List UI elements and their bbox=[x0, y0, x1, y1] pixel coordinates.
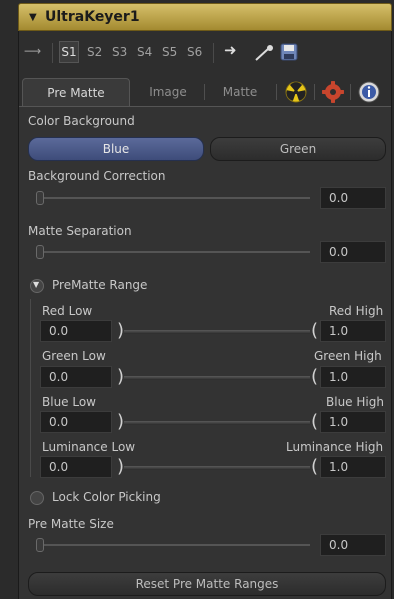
red-low-handle[interactable]: ) bbox=[117, 322, 124, 340]
matte-separation-label: Matte Separation bbox=[28, 224, 132, 238]
pin-icon[interactable]: ⟶ bbox=[24, 44, 41, 58]
matte-separation-field[interactable]: 0.0 bbox=[320, 241, 386, 263]
green-range-track[interactable] bbox=[124, 376, 310, 380]
tab-image[interactable]: Image bbox=[136, 78, 200, 106]
green-high-handle[interactable]: ( bbox=[311, 368, 318, 386]
prematte-range-expand-button[interactable]: ▼ bbox=[30, 279, 44, 293]
matte-separation-thumb[interactable] bbox=[36, 245, 44, 259]
tab-separator bbox=[276, 84, 277, 100]
slot-s4[interactable]: S4 bbox=[137, 45, 152, 59]
slot-s6[interactable]: S6 bbox=[187, 45, 202, 59]
blue-high-field[interactable]: 1.0 bbox=[320, 411, 386, 433]
tab-separator bbox=[350, 84, 351, 100]
slot-s3[interactable]: S3 bbox=[112, 45, 127, 59]
chevron-down-icon: ▼ bbox=[33, 280, 40, 289]
color-background-label: Color Background bbox=[28, 114, 135, 128]
eyedropper-icon[interactable] bbox=[254, 44, 276, 62]
tool-title: UltraKeyer1 bbox=[45, 9, 140, 25]
matte-separation-track[interactable] bbox=[40, 251, 310, 253]
luminance-low-field[interactable]: 0.0 bbox=[40, 456, 112, 478]
background-correction-thumb[interactable] bbox=[36, 191, 44, 205]
pre-matte-size-label: Pre Matte Size bbox=[28, 517, 114, 531]
blue-range-track[interactable] bbox=[124, 421, 310, 425]
green-low-handle[interactable]: ) bbox=[117, 368, 124, 386]
blue-high-handle[interactable]: ( bbox=[311, 413, 318, 431]
background-correction-label: Background Correction bbox=[28, 169, 166, 183]
tool-header[interactable]: ▼ UltraKeyer1 bbox=[18, 3, 392, 31]
blue-low-handle[interactable]: ) bbox=[117, 413, 124, 431]
prematte-range-group-line bbox=[30, 299, 31, 477]
tab-separator bbox=[314, 84, 315, 100]
red-low-label: Red Low bbox=[42, 304, 93, 318]
blue-button[interactable]: Blue bbox=[28, 137, 204, 161]
toolbar-separator bbox=[52, 43, 53, 63]
green-low-field[interactable]: 0.0 bbox=[40, 366, 112, 388]
slot-s1[interactable]: S1 bbox=[59, 41, 79, 63]
reset-pre-matte-ranges-button[interactable]: Reset Pre Matte Ranges bbox=[28, 572, 386, 596]
tab-matte[interactable]: Matte bbox=[210, 78, 270, 106]
slot-s5[interactable]: S5 bbox=[162, 45, 177, 59]
pre-matte-size-track[interactable] bbox=[40, 544, 310, 546]
lock-color-picking-checkbox[interactable] bbox=[30, 491, 44, 505]
red-range-track[interactable] bbox=[124, 330, 310, 334]
red-high-field[interactable]: 1.0 bbox=[320, 320, 386, 342]
blue-high-label: Blue High bbox=[326, 395, 384, 409]
red-high-handle[interactable]: ( bbox=[311, 322, 318, 340]
luminance-high-handle[interactable]: ( bbox=[311, 458, 318, 476]
background-correction-track[interactable] bbox=[40, 197, 310, 199]
red-high-label: Red High bbox=[329, 304, 384, 318]
luminance-range-track[interactable] bbox=[124, 466, 310, 470]
luminance-high-label: Luminance High bbox=[286, 440, 384, 454]
pre-matte-size-thumb[interactable] bbox=[36, 538, 44, 552]
prematte-range-label: PreMatte Range bbox=[52, 278, 148, 292]
gear-icon[interactable] bbox=[322, 81, 344, 103]
toolbar-separator bbox=[213, 43, 214, 63]
save-icon[interactable] bbox=[280, 43, 298, 61]
luminance-high-field[interactable]: 1.0 bbox=[320, 456, 386, 478]
green-low-label: Green Low bbox=[42, 349, 106, 363]
red-low-field[interactable]: 0.0 bbox=[40, 320, 112, 342]
background-correction-field[interactable]: 0.0 bbox=[320, 187, 386, 209]
luminance-low-handle[interactable]: ) bbox=[117, 458, 124, 476]
blue-low-field[interactable]: 0.0 bbox=[40, 411, 112, 433]
green-button[interactable]: Green bbox=[210, 137, 386, 161]
green-high-field[interactable]: 1.0 bbox=[320, 366, 386, 388]
tab-pre-matte[interactable]: Pre Matte bbox=[22, 78, 130, 106]
collapse-triangle-icon[interactable]: ▼ bbox=[29, 12, 37, 23]
lock-color-picking-label: Lock Color Picking bbox=[52, 490, 161, 504]
radioactive-icon[interactable] bbox=[285, 81, 307, 103]
slot-s2[interactable]: S2 bbox=[87, 45, 102, 59]
tab-separator bbox=[204, 84, 205, 100]
luminance-low-label: Luminance Low bbox=[42, 440, 136, 454]
info-icon[interactable] bbox=[358, 81, 380, 103]
green-high-label: Green High bbox=[314, 349, 382, 363]
pre-matte-size-field[interactable]: 0.0 bbox=[320, 534, 386, 556]
blue-low-label: Blue Low bbox=[42, 395, 96, 409]
arrow-right-icon[interactable]: ➜ bbox=[224, 41, 237, 59]
